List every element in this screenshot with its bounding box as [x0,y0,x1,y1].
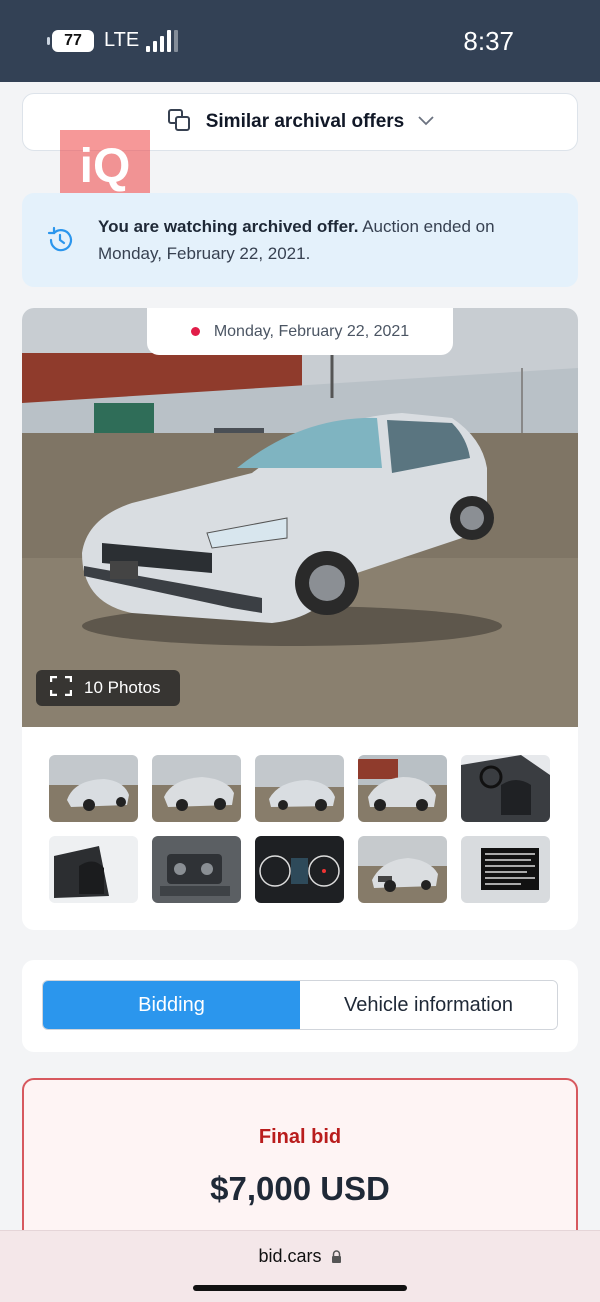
browser-address-bar[interactable]: bid.cars [0,1230,600,1302]
tab-bidding[interactable]: Bidding [43,981,300,1029]
thumbnail-rear[interactable] [358,755,447,822]
thumbnail-side[interactable] [358,836,447,903]
archive-notice-text: You are watching archived offer. Auction… [98,217,495,263]
battery-icon: 77 [47,30,94,52]
thumbnail-grid [49,755,553,903]
status-bar: 77 LTE 8:37 [0,0,600,82]
view-photos-button[interactable]: 10 Photos [36,670,180,706]
thumbnail-label[interactable] [461,836,550,903]
final-bid-label: Final bid [258,1126,342,1148]
url-text: bid.cars [258,1246,322,1266]
signal-icon [146,30,178,52]
copy-icon [166,107,192,138]
thumbnail-front[interactable] [152,755,241,822]
photos-count-label: 10 Photos [84,678,161,697]
url-display[interactable]: bid.cars [0,1246,600,1267]
photo-gallery: Monday, February 22, 2021 10 Photos [22,308,578,930]
thumbnail-front-left[interactable] [49,755,138,822]
lock-icon [327,1246,342,1266]
auction-date-badge: Monday, February 22, 2021 [147,308,453,355]
fullscreen-icon [49,675,73,701]
main-photo[interactable]: Monday, February 22, 2021 10 Photos [22,308,578,727]
thumbnail-dashboard[interactable] [255,836,344,903]
thumbnail-engine[interactable] [152,836,241,903]
home-indicator[interactable] [193,1285,407,1291]
tab-bar: Bidding Vehicle information [42,980,558,1030]
thumbnail-interior-front[interactable] [461,755,550,822]
thumbnail-interior-rear[interactable] [49,836,138,903]
tab-vehicle-information[interactable]: Vehicle information [300,981,557,1029]
auction-date: Monday, February 22, 2021 [213,322,410,340]
page-content: Similar archival offers iQ You are watch… [0,82,600,1278]
similar-offers-label: Similar archival offers [205,111,405,132]
status-dot-icon [190,327,200,336]
chevron-down-icon [418,113,434,131]
final-bid-value: $7,000 USD [210,1170,390,1207]
clock: 8:37 [463,26,514,56]
archive-notice: You are watching archived offer. Auction… [22,193,578,287]
thumbnail-rear-left[interactable] [255,755,344,822]
history-icon [22,225,98,255]
tabs-card: Bidding Vehicle information [22,960,578,1052]
network-type: LTE [104,29,140,51]
